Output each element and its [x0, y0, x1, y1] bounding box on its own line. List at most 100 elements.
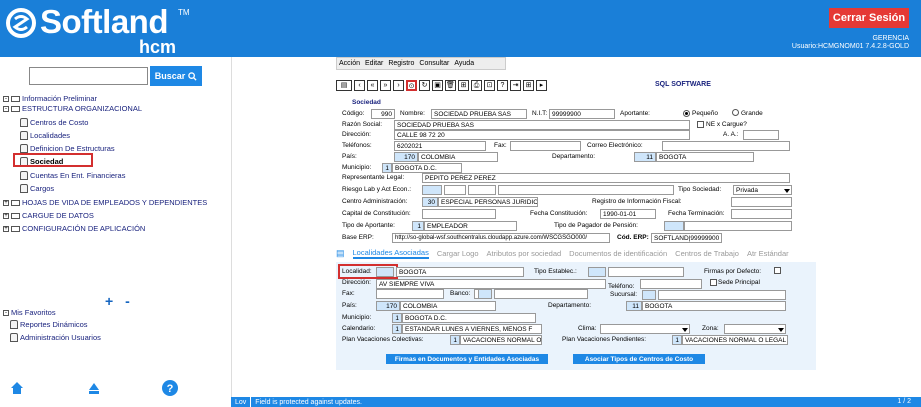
- tab-atributos[interactable]: Atributos por sociedad: [487, 249, 562, 258]
- help-small-icon[interactable]: ?: [497, 79, 508, 91]
- tipo-pagador-code[interactable]: [664, 221, 684, 231]
- tree-item-cargos[interactable]: Cargos: [20, 183, 54, 194]
- cod-erp-field[interactable]: SOFTLAND|99999900: [651, 233, 722, 243]
- refresh-icon[interactable]: ↻: [419, 79, 430, 91]
- representante-field[interactable]: PEPITO PEREZ PEREZ: [422, 173, 790, 183]
- menu-accion[interactable]: Acción: [339, 60, 360, 67]
- calendario-field[interactable]: ESTANDAR LUNES A VIERNES, MENOS F: [402, 324, 542, 334]
- riesgo-field-1[interactable]: [422, 185, 442, 195]
- dep-code-field[interactable]: 11: [634, 152, 656, 162]
- mun-name-field[interactable]: BOGOTA D.C.: [392, 163, 462, 173]
- tipo-sociedad-select[interactable]: Privada: [733, 185, 792, 195]
- firmas-def-checkbox[interactable]: [774, 267, 781, 274]
- favorite-item-reportes[interactable]: Reportes Dinámicos: [10, 319, 88, 330]
- plan-pen-field[interactable]: VACACIONES NORMAL O LEGAL: [682, 335, 788, 345]
- detail-pais-field[interactable]: COLOMBIA: [400, 301, 496, 311]
- fecha-const-field[interactable]: 1990-01-01: [600, 209, 656, 219]
- tab-documentos[interactable]: Documentos de identificación: [569, 249, 667, 258]
- logout-button[interactable]: Cerrar Sesión: [829, 8, 909, 28]
- tab-localidades[interactable]: Localidades Asociadas: [352, 248, 429, 259]
- nombre-field[interactable]: SOCIEDAD PRUEBA SAS: [431, 109, 527, 119]
- exit-icon[interactable]: ⇥: [510, 79, 521, 91]
- eject-icon[interactable]: [86, 380, 102, 396]
- detail-pais-code[interactable]: 170: [376, 301, 400, 311]
- riesgo-field-3[interactable]: [468, 185, 496, 195]
- plan-pen-code[interactable]: 1: [672, 335, 682, 345]
- grande-radio[interactable]: [732, 109, 739, 116]
- capital-field[interactable]: [422, 209, 496, 219]
- tipo-aportante-field[interactable]: EMPLEADOR: [424, 221, 517, 231]
- menu-ayuda[interactable]: Ayuda: [454, 60, 474, 67]
- next-block-icon[interactable]: »: [380, 79, 391, 91]
- pequeno-radio[interactable]: [683, 110, 690, 117]
- tipo-pagador-field[interactable]: [684, 221, 792, 231]
- banco-field[interactable]: [494, 289, 588, 299]
- registro-fiscal-field[interactable]: [731, 197, 792, 207]
- zona-select[interactable]: [724, 324, 786, 334]
- tree-section-estructura[interactable]: - ESTRUCTURA ORGANIZACIONAL: [3, 103, 142, 114]
- plan-col-code[interactable]: 1: [450, 335, 460, 345]
- detail-mun-field[interactable]: BOGOTA D.C.: [402, 313, 536, 323]
- menu-registro[interactable]: Registro: [388, 60, 414, 67]
- print-icon[interactable]: ⎙: [471, 79, 482, 91]
- detail-dep-field[interactable]: BOGOTA: [642, 301, 786, 311]
- banco-code-blue[interactable]: [478, 289, 492, 299]
- nav-icon[interactable]: ▸: [536, 79, 547, 91]
- delete-icon[interactable]: 🗑: [445, 79, 456, 91]
- home-icon[interactable]: [9, 380, 25, 396]
- detail-dep-code[interactable]: 11: [626, 301, 642, 311]
- first-record-icon[interactable]: ‹: [354, 79, 365, 91]
- telefonos-field[interactable]: 6202021: [394, 141, 486, 151]
- menu-consultar[interactable]: Consultar: [419, 60, 449, 67]
- tree-section-hojas[interactable]: + HOJAS DE VIDA DE EMPLEADOS Y DEPENDIEN…: [3, 197, 207, 208]
- save-icon[interactable]: ▣: [432, 79, 443, 91]
- detail-mun-code[interactable]: 1: [392, 313, 402, 323]
- sede-checkbox[interactable]: [710, 279, 717, 286]
- direccion-field[interactable]: CALLE 98 72 20: [394, 130, 690, 140]
- sucursal-code[interactable]: [642, 290, 656, 300]
- detail-fax-field[interactable]: [376, 289, 444, 299]
- tree-item-localidades[interactable]: Localidades: [20, 130, 70, 141]
- fecha-term-field[interactable]: [731, 209, 792, 219]
- correo-field[interactable]: [662, 141, 790, 151]
- centro-code-field[interactable]: 30: [422, 197, 438, 207]
- codigo-field[interactable]: 990: [371, 109, 395, 119]
- riesgo-field-4[interactable]: [498, 185, 674, 195]
- help-icon[interactable]: ?: [162, 380, 178, 396]
- tab-nav-icon[interactable]: ▤: [336, 248, 345, 259]
- dep-name-field[interactable]: BOGOTA: [656, 152, 754, 162]
- razon-field[interactable]: SOCIEDAD PRUEBA SAS: [394, 120, 690, 130]
- tree-item-cuentas[interactable]: Cuentas En Ent. Financieras: [20, 170, 125, 181]
- localidad-field[interactable]: BOGOTA: [396, 267, 524, 277]
- tree-section-cargue[interactable]: + CARGUE DE DATOS: [3, 210, 94, 221]
- detail-direccion-field[interactable]: AV SIEMPRE VIVA: [376, 279, 606, 289]
- next-record-icon[interactable]: ›: [393, 79, 404, 91]
- tree-item-centros-costo[interactable]: Centros de Costo: [20, 117, 88, 128]
- favorite-item-admin[interactable]: Administración Usuarios: [10, 332, 101, 343]
- ne-cargue-checkbox[interactable]: [697, 121, 704, 128]
- firmas-button[interactable]: Firmas en Documentos y Entidades Asociad…: [386, 354, 548, 364]
- tipo-estab-code[interactable]: [588, 267, 606, 277]
- form-icon[interactable]: ▤: [336, 79, 352, 91]
- tab-centros-trabajo[interactable]: Centros de Trabajo: [675, 249, 739, 258]
- mun-code-field[interactable]: 1: [382, 163, 392, 173]
- tipo-aportante-code[interactable]: 1: [412, 221, 424, 231]
- aa-field[interactable]: [743, 130, 779, 140]
- grid-icon[interactable]: ⊞: [523, 79, 534, 91]
- fax-field[interactable]: [510, 141, 581, 151]
- pais-name-field[interactable]: COLOMBIA: [418, 152, 498, 162]
- tree-section-config[interactable]: + CONFIGURACIÓN DE APLICACIÓN: [3, 223, 145, 234]
- detail-telefono-field[interactable]: [640, 279, 702, 289]
- sucursal-field[interactable]: [658, 290, 786, 300]
- tab-atr-estandar[interactable]: Atr Estándar: [747, 249, 789, 258]
- attach-icon[interactable]: ⊡: [484, 79, 495, 91]
- pais-code-field[interactable]: 170: [394, 152, 418, 162]
- base-erp-field[interactable]: http://so-global-wsf.southcentralus.clou…: [392, 233, 610, 243]
- plan-col-field[interactable]: VACACIONES NORMAL O LEGAL: [460, 335, 542, 345]
- favorites-root[interactable]: - Mis Favoritos: [3, 307, 56, 318]
- asociar-button[interactable]: Asociar Tipos de Centros de Costo: [573, 354, 705, 364]
- clima-select[interactable]: [600, 324, 690, 334]
- insert-icon[interactable]: ⊞: [458, 79, 469, 91]
- menu-editar[interactable]: Editar: [365, 60, 383, 67]
- prev-block-icon[interactable]: «: [367, 79, 378, 91]
